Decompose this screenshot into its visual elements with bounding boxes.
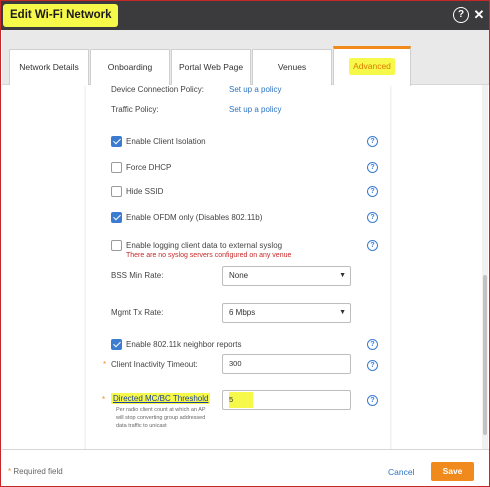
syslog-checkbox[interactable]: [111, 240, 122, 251]
directed-threshold-label: Directed MC/BC Threshold: [111, 393, 211, 404]
client-isolation-help-icon[interactable]: ?: [367, 136, 378, 147]
tab-portal-web-page[interactable]: Portal Web Page: [171, 49, 251, 85]
save-button[interactable]: Save: [431, 462, 474, 481]
client-inactivity-input[interactable]: 300: [222, 354, 351, 374]
neighbor-reports-checkbox[interactable]: [111, 339, 122, 350]
hide-ssid-label: Hide SSID: [126, 187, 164, 196]
syslog-help-icon[interactable]: ?: [367, 240, 378, 251]
force-dhcp-label: Force DHCP: [126, 163, 172, 172]
required-field-note: * Required field: [8, 467, 63, 476]
client-inactivity-label: Client Inactivity Timeout:: [111, 360, 198, 369]
advanced-settings-card: Device Connection Policy: Set up a polic…: [86, 85, 390, 449]
tab-bar: Network Details Onboarding Portal Web Pa…: [2, 30, 489, 86]
dialog-title: Edit Wi-Fi Network: [10, 9, 112, 21]
force-dhcp-help-icon[interactable]: ?: [367, 162, 378, 173]
directed-threshold-help-icon[interactable]: ?: [367, 395, 378, 406]
required-marker: *: [103, 360, 107, 369]
required-marker: *: [102, 395, 106, 404]
client-inactivity-value: 300: [229, 359, 242, 368]
ofdm-only-help-icon[interactable]: ?: [367, 212, 378, 223]
tab-advanced[interactable]: Advanced: [333, 46, 411, 86]
hide-ssid-help-icon[interactable]: ?: [367, 186, 378, 197]
chevron-down-icon: ▼: [339, 272, 346, 279]
device-connection-policy-label: Device Connection Policy:: [111, 85, 204, 94]
bss-min-rate-label: BSS Min Rate:: [111, 271, 164, 280]
directed-threshold-value: 5: [229, 392, 253, 408]
dialog-titlebar: Edit Wi-Fi Network ? ✕: [1, 1, 489, 30]
ofdm-only-label: Enable OFDM only (Disables 802.11b): [126, 213, 263, 222]
content-scrollbar[interactable]: [482, 85, 488, 449]
client-isolation-label: Enable Client Isolation: [126, 137, 206, 146]
syslog-label: Enable logging client data to external s…: [126, 241, 283, 250]
close-icon[interactable]: ✕: [471, 7, 487, 23]
mgmt-tx-rate-select[interactable]: 6 Mbps ▼: [222, 303, 351, 323]
scrollbar-thumb[interactable]: [483, 275, 487, 435]
force-dhcp-checkbox[interactable]: [111, 162, 122, 173]
required-marker: *: [8, 467, 12, 476]
hide-ssid-checkbox[interactable]: [111, 186, 122, 197]
traffic-policy-label: Traffic Policy:: [111, 105, 159, 114]
tab-venues[interactable]: Venues: [252, 49, 332, 85]
required-field-text: Required field: [13, 467, 63, 476]
tab-network-details[interactable]: Network Details: [9, 49, 89, 85]
client-inactivity-help-icon[interactable]: ?: [367, 360, 378, 371]
device-connection-policy-link[interactable]: Set up a policy: [229, 85, 281, 94]
directed-threshold-input[interactable]: 5: [222, 390, 351, 410]
tab-onboarding[interactable]: Onboarding: [90, 49, 170, 85]
syslog-warning: There are no syslog servers configured o…: [126, 252, 292, 259]
traffic-policy-link[interactable]: Set up a policy: [229, 105, 281, 114]
title-highlight: Edit Wi-Fi Network: [3, 4, 119, 27]
neighbor-reports-label: Enable 802.11k neighbor reports: [126, 340, 242, 349]
ofdm-only-checkbox[interactable]: [111, 212, 122, 223]
client-isolation-checkbox[interactable]: [111, 136, 122, 147]
mgmt-tx-rate-label: Mgmt Tx Rate:: [111, 308, 164, 317]
directed-threshold-hint: Per radio client count at which an AP wi…: [116, 407, 206, 429]
chevron-down-icon: ▼: [339, 309, 346, 316]
edit-wifi-network-dialog: Edit Wi-Fi Network ? ✕ Network Details O…: [0, 0, 490, 487]
tab-advanced-label: Advanced: [349, 58, 395, 75]
mgmt-tx-rate-value: 6 Mbps: [229, 308, 256, 317]
bss-min-rate-value: None: [229, 271, 249, 280]
cancel-button[interactable]: Cancel: [388, 467, 414, 477]
content-area: Device Connection Policy: Set up a polic…: [2, 85, 481, 449]
neighbor-reports-help-icon[interactable]: ?: [367, 339, 378, 350]
dialog-footer: * Required field Cancel Save: [2, 449, 489, 486]
help-icon[interactable]: ?: [453, 7, 469, 23]
bss-min-rate-select[interactable]: None ▼: [222, 266, 351, 286]
